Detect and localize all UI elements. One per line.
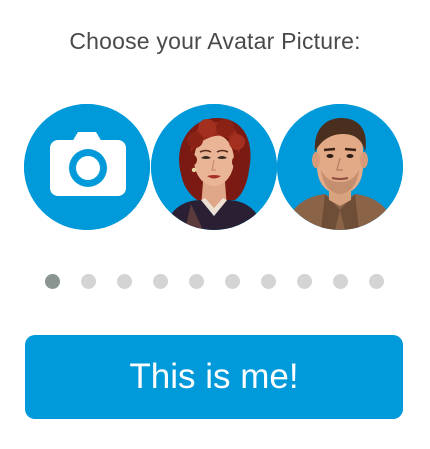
avatar-option-camera[interactable]	[24, 104, 150, 230]
page-title: Choose your Avatar Picture:	[69, 28, 361, 54]
pagination-dot[interactable]	[261, 274, 276, 289]
pagination-dot[interactable]	[81, 274, 96, 289]
pagination-dot[interactable]	[117, 274, 132, 289]
man-portrait-icon	[277, 104, 403, 230]
carousel-pagination	[0, 274, 430, 290]
pagination-dot[interactable]	[189, 274, 204, 289]
pagination-dot[interactable]	[225, 274, 240, 289]
woman-portrait-icon	[151, 104, 277, 230]
confirm-avatar-button[interactable]: This is me!	[25, 335, 403, 419]
pagination-dot-active[interactable]	[45, 274, 60, 289]
pagination-dot[interactable]	[369, 274, 384, 289]
pagination-dot[interactable]	[153, 274, 168, 289]
pagination-dot[interactable]	[297, 274, 312, 289]
camera-icon	[24, 104, 150, 230]
avatar-option-man[interactable]	[277, 104, 403, 230]
avatar-option-woman[interactable]	[151, 104, 277, 230]
avatar-carousel[interactable]	[24, 104, 404, 230]
pagination-dot[interactable]	[333, 274, 348, 289]
